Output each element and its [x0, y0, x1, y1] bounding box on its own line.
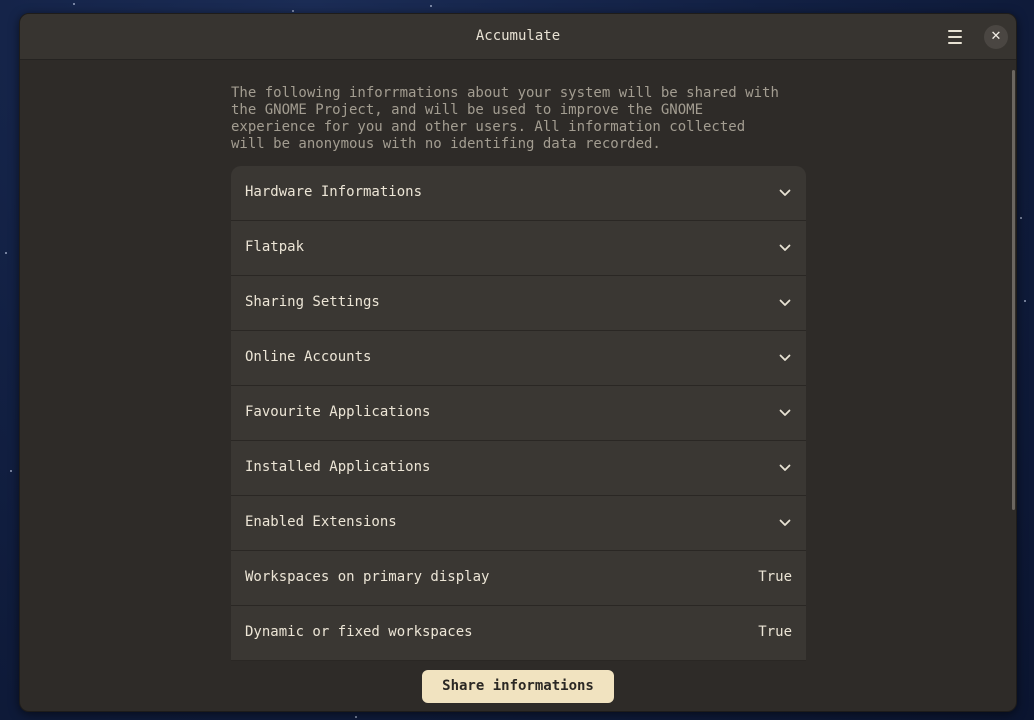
window-title: Accumulate: [475, 28, 561, 44]
row-label: Flatpak: [245, 239, 305, 255]
background-star: [1020, 217, 1022, 219]
row-label: Online Accounts: [245, 349, 372, 365]
scrolled-content[interactable]: The following inforrmations about your s…: [20, 60, 1016, 662]
background-star: [10, 470, 12, 472]
row-label: Enabled Extensions: [245, 514, 397, 530]
hamburger-menu-icon: [948, 36, 962, 38]
list-row[interactable]: Enabled Extensions: [231, 496, 806, 551]
row-label: Workspaces on primary display: [245, 569, 490, 585]
row-label: Dynamic or fixed workspaces: [245, 624, 473, 640]
main-menu-button[interactable]: [942, 25, 968, 49]
row-value: True: [758, 624, 792, 640]
chevron-down-icon: [779, 244, 791, 251]
row-label: Installed Applications: [245, 459, 431, 475]
list-row[interactable]: Favourite Applications: [231, 386, 806, 441]
list-row[interactable]: Online Accounts: [231, 331, 806, 386]
row-label: Favourite Applications: [245, 404, 431, 420]
row-label: Sharing Settings: [245, 294, 380, 310]
list-row[interactable]: Installed Applications: [231, 441, 806, 496]
list-row[interactable]: Sharing Settings: [231, 276, 806, 331]
share-informations-button[interactable]: Share informations: [422, 670, 614, 703]
close-icon: ✕: [990, 29, 1002, 44]
list-row[interactable]: Flatpak: [231, 221, 806, 276]
background-star: [355, 716, 357, 718]
hamburger-menu-icon: [948, 42, 962, 44]
chevron-down-icon: [779, 464, 791, 471]
list-row[interactable]: Dynamic or fixed workspaces True: [231, 606, 806, 661]
information-list: Hardware Informations Flatpak Sharing Sett…: [231, 166, 806, 661]
header-bar: Accumulate ✕: [20, 14, 1016, 60]
app-window: Accumulate ✕ The following inforrmations…: [19, 13, 1017, 712]
row-label: Hardware Informations: [245, 184, 423, 200]
chevron-down-icon: [779, 409, 791, 416]
close-button[interactable]: ✕: [984, 25, 1008, 49]
chevron-down-icon: [779, 299, 791, 306]
scrollbar[interactable]: [1012, 70, 1015, 510]
background-star: [73, 3, 75, 5]
chevron-down-icon: [779, 189, 791, 196]
hamburger-menu-icon: [948, 30, 962, 32]
list-row[interactable]: Hardware Informations: [231, 166, 806, 221]
background-star: [5, 252, 7, 254]
list-row[interactable]: Workspaces on primary display True: [231, 551, 806, 606]
chevron-down-icon: [779, 519, 791, 526]
background-star: [1024, 300, 1026, 302]
row-value: True: [758, 569, 792, 585]
intro-description: The following inforrmations about your s…: [231, 85, 779, 152]
background-star: [292, 10, 294, 12]
chevron-down-icon: [779, 354, 791, 361]
background-star: [430, 5, 432, 7]
